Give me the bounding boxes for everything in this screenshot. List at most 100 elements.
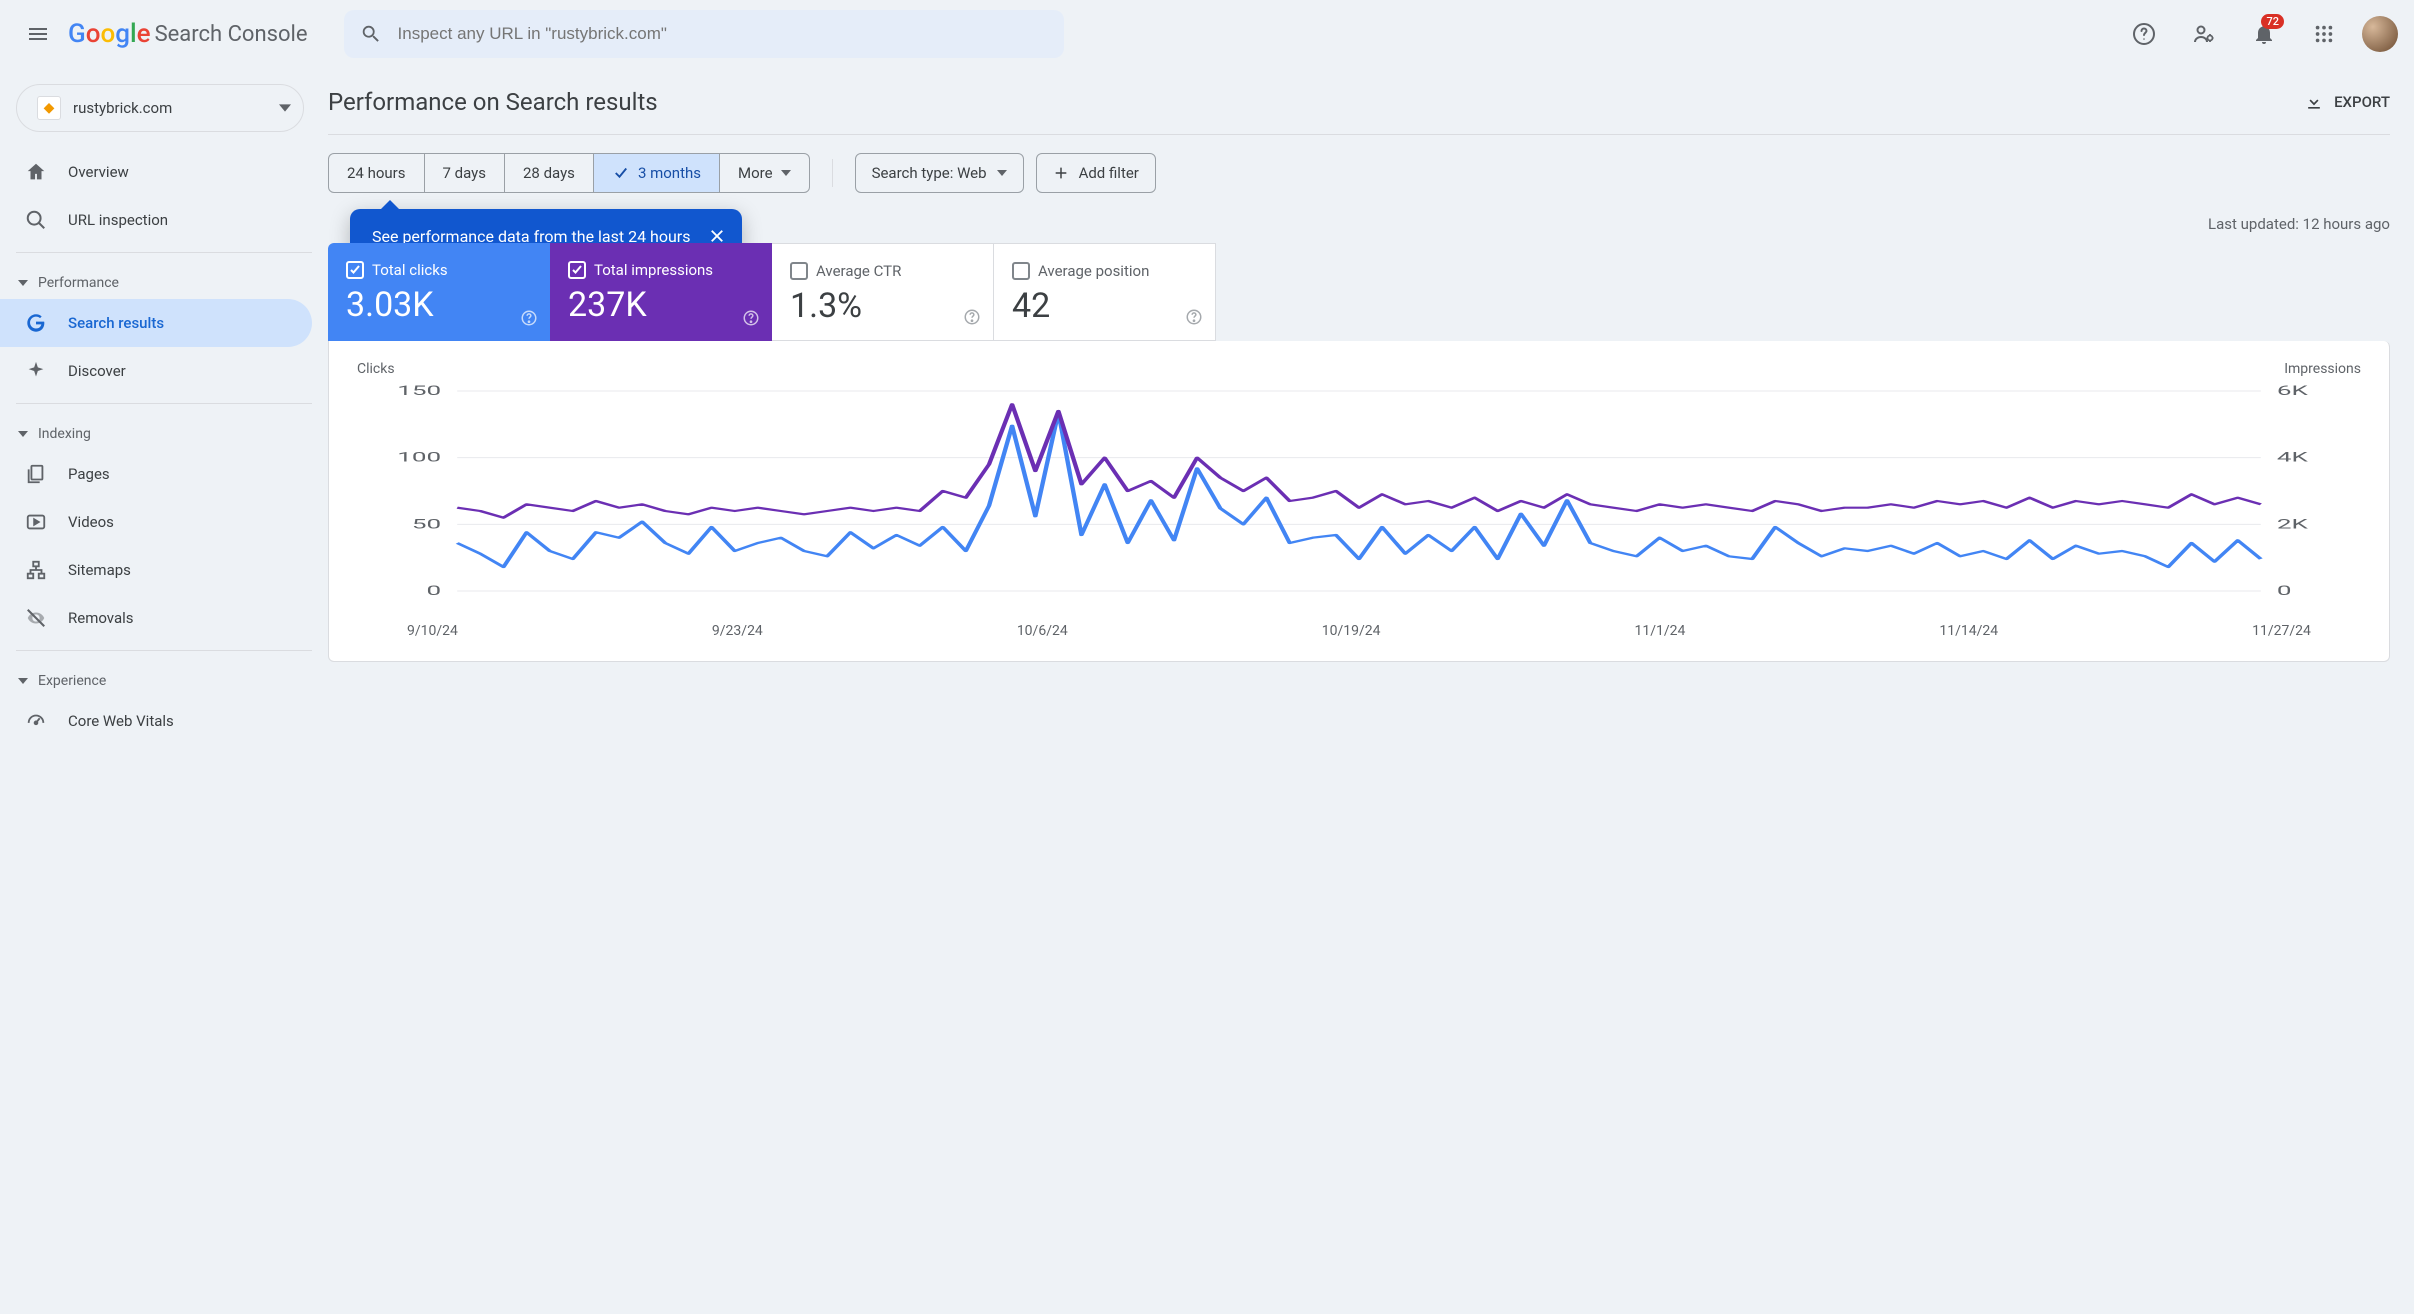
header: Google Search Console 72 <box>0 0 2414 68</box>
svg-text:0: 0 <box>427 584 442 599</box>
performance-chart[interactable]: 1506K1004K502K00 <box>357 381 2361 611</box>
chart-container: Clicks Impressions 1506K1004K502K00 9/10… <box>328 341 2390 662</box>
metric-value: 42 <box>1012 286 1197 326</box>
sidebar-item-removals[interactable]: Removals <box>0 594 312 642</box>
x-axis-labels: 9/10/249/23/2410/6/2410/19/2411/1/2411/1… <box>357 615 2361 639</box>
notifications-button[interactable]: 72 <box>2242 12 2286 56</box>
add-filter-button[interactable]: Add filter <box>1036 153 1156 193</box>
discover-icon <box>24 359 48 383</box>
chevron-down-icon <box>997 168 1007 178</box>
sidebar-item-sitemaps[interactable]: Sitemaps <box>0 546 312 594</box>
menu-button[interactable] <box>16 12 60 56</box>
divider <box>832 159 833 187</box>
visibility-off-icon <box>24 606 48 630</box>
search-input[interactable] <box>398 24 1048 44</box>
checkbox-unchecked-icon <box>790 262 808 280</box>
checkbox-checked-icon <box>346 261 364 279</box>
help-icon[interactable] <box>520 309 538 331</box>
sidebar-item-overview[interactable]: Overview <box>0 148 312 196</box>
metric-card-position[interactable]: Average position 42 <box>994 243 1216 341</box>
search-type-filter[interactable]: Search type: Web <box>855 153 1024 193</box>
section-label: Indexing <box>38 426 91 442</box>
svg-text:6K: 6K <box>2277 384 2308 399</box>
metric-value: 1.3% <box>790 286 975 326</box>
metric-label: Total impressions <box>594 261 713 279</box>
users-button[interactable] <box>2182 12 2226 56</box>
sitemap-icon <box>24 558 48 582</box>
metric-cards: Total clicks 3.03K Total impressions 237… <box>328 243 2390 341</box>
search-box[interactable] <box>344 10 1064 58</box>
filter-row: 24 hours 7 days 28 days 3 months More Se… <box>328 153 2390 193</box>
left-axis-label: Clicks <box>357 361 395 377</box>
export-label: EXPORT <box>2334 93 2390 111</box>
pages-icon <box>24 462 48 486</box>
checkbox-checked-icon <box>568 261 586 279</box>
apps-button[interactable] <box>2302 12 2346 56</box>
metric-label: Average CTR <box>816 262 901 280</box>
plus-icon <box>1053 165 1069 181</box>
nav-label: Discover <box>68 362 126 380</box>
search-icon <box>360 23 382 45</box>
search-icon <box>24 208 48 232</box>
svg-text:4K: 4K <box>2277 450 2308 465</box>
sidebar-item-videos[interactable]: Videos <box>0 498 312 546</box>
chevron-down-icon <box>18 278 28 288</box>
svg-text:150: 150 <box>397 384 441 399</box>
section-performance[interactable]: Performance <box>0 261 312 299</box>
section-indexing[interactable]: Indexing <box>0 412 312 450</box>
section-experience[interactable]: Experience <box>0 659 312 697</box>
range-7d[interactable]: 7 days <box>425 154 506 192</box>
notification-badge: 72 <box>2261 14 2284 29</box>
range-3m[interactable]: 3 months <box>594 154 720 192</box>
google-logo-text: Google <box>68 19 151 49</box>
help-icon[interactable] <box>963 308 981 330</box>
nav-label: Pages <box>68 465 110 483</box>
video-icon <box>24 510 48 534</box>
range-more[interactable]: More <box>720 154 809 192</box>
range-24h[interactable]: 24 hours <box>329 154 425 192</box>
metric-card-impressions[interactable]: Total impressions 237K <box>550 243 772 341</box>
header-actions: 72 <box>2122 12 2398 56</box>
divider <box>16 650 312 651</box>
download-icon <box>2304 92 2324 112</box>
divider <box>16 403 312 404</box>
help-button[interactable] <box>2122 12 2166 56</box>
metric-value: 237K <box>568 285 754 325</box>
metric-card-ctr[interactable]: Average CTR 1.3% <box>772 243 994 341</box>
sidebar-item-discover[interactable]: Discover <box>0 347 312 395</box>
right-axis-label: Impressions <box>2284 361 2361 377</box>
property-favicon: ◆ <box>37 96 61 120</box>
sidebar-item-pages[interactable]: Pages <box>0 450 312 498</box>
apps-grid-icon <box>2313 23 2335 45</box>
nav-label: Core Web Vitals <box>68 712 174 730</box>
chevron-down-icon <box>781 168 791 178</box>
hamburger-icon <box>26 22 50 46</box>
nav-label: Overview <box>68 163 129 181</box>
metric-card-clicks[interactable]: Total clicks 3.03K <box>328 243 550 341</box>
sidebar-item-url-inspection[interactable]: URL inspection <box>0 196 312 244</box>
chevron-down-icon <box>18 429 28 439</box>
metric-value: 3.03K <box>346 285 532 325</box>
svg-text:50: 50 <box>412 517 441 532</box>
avatar[interactable] <box>2362 16 2398 52</box>
divider <box>16 252 312 253</box>
property-name: rustybrick.com <box>73 99 267 117</box>
logo[interactable]: Google Search Console <box>68 19 308 49</box>
chevron-down-icon <box>279 102 291 114</box>
google-g-icon <box>24 311 48 335</box>
nav-label: Search results <box>68 314 164 332</box>
help-icon[interactable] <box>742 309 760 331</box>
help-icon[interactable] <box>1185 308 1203 330</box>
property-selector[interactable]: ◆ rustybrick.com <box>16 84 304 132</box>
sidebar-item-core-web-vitals[interactable]: Core Web Vitals <box>0 697 312 745</box>
nav-label: URL inspection <box>68 211 168 229</box>
checkbox-unchecked-icon <box>1012 262 1030 280</box>
page-title: Performance on Search results <box>328 88 658 116</box>
section-label: Performance <box>38 275 119 291</box>
sidebar-item-search-results[interactable]: Search results <box>0 299 312 347</box>
range-28d[interactable]: 28 days <box>505 154 594 192</box>
export-button[interactable]: EXPORT <box>2304 92 2390 112</box>
metric-label: Total clicks <box>372 261 448 279</box>
product-name: Search Console <box>155 22 308 47</box>
chevron-down-icon <box>18 676 28 686</box>
